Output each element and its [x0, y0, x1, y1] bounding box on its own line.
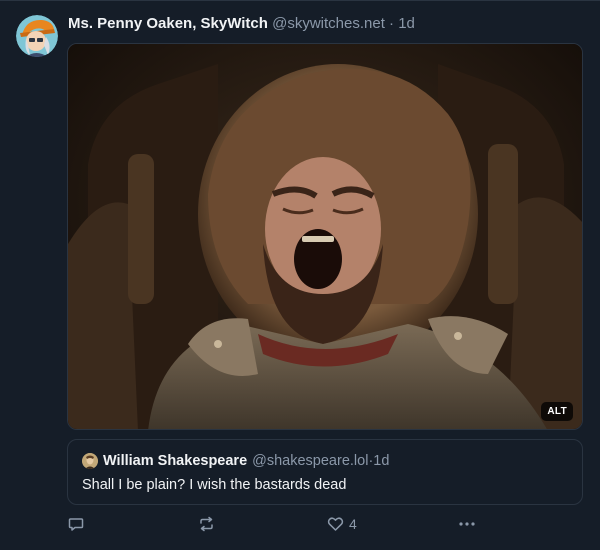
post-header: Ms. Penny Oaken, SkyWitch @skywitches.ne… — [68, 14, 415, 34]
screaming-bearded-king-photo-icon — [68, 44, 582, 429]
author-handle[interactable]: @skywitches.net — [272, 15, 385, 32]
time-separator: · — [384, 15, 399, 32]
quoted-author-name[interactable]: William Shakespeare — [103, 452, 247, 470]
author-display-name[interactable]: Ms. Penny Oaken, SkyWitch — [68, 15, 268, 32]
quoted-post-timestamp[interactable]: 1d — [373, 452, 389, 470]
post-image[interactable]: ALT — [67, 43, 583, 430]
quoted-post[interactable]: William Shakespeare @shakespeare.lol · 1… — [67, 439, 583, 505]
handle-text[interactable]: @skywitches.net — [272, 15, 385, 32]
more-icon — [459, 522, 475, 526]
like-button[interactable]: 4 — [327, 516, 357, 532]
repost-button[interactable] — [198, 516, 215, 532]
more-options-button[interactable] — [457, 518, 477, 530]
author-avatar[interactable] — [16, 15, 58, 57]
witch-avatar-icon — [16, 15, 58, 57]
heart-icon — [327, 517, 344, 531]
alt-badge[interactable]: ALT — [541, 402, 573, 421]
reply-icon — [68, 518, 84, 531]
reply-button[interactable] — [68, 516, 84, 532]
repost-icon — [200, 516, 213, 532]
post-timestamp[interactable]: 1d — [398, 15, 415, 32]
quoted-author-handle[interactable]: @shakespeare.lol — [252, 452, 368, 470]
shakespeare-avatar-icon — [82, 453, 98, 469]
quoted-post-text: Shall I be plain? I wish the bastards de… — [82, 477, 347, 493]
post-actions: 4 — [0, 512, 600, 538]
quoted-author-avatar[interactable] — [82, 453, 98, 469]
top-divider — [0, 0, 600, 1]
like-count: 4 — [349, 516, 357, 532]
quoted-post-header: William Shakespeare @shakespeare.lol · 1… — [82, 452, 389, 470]
